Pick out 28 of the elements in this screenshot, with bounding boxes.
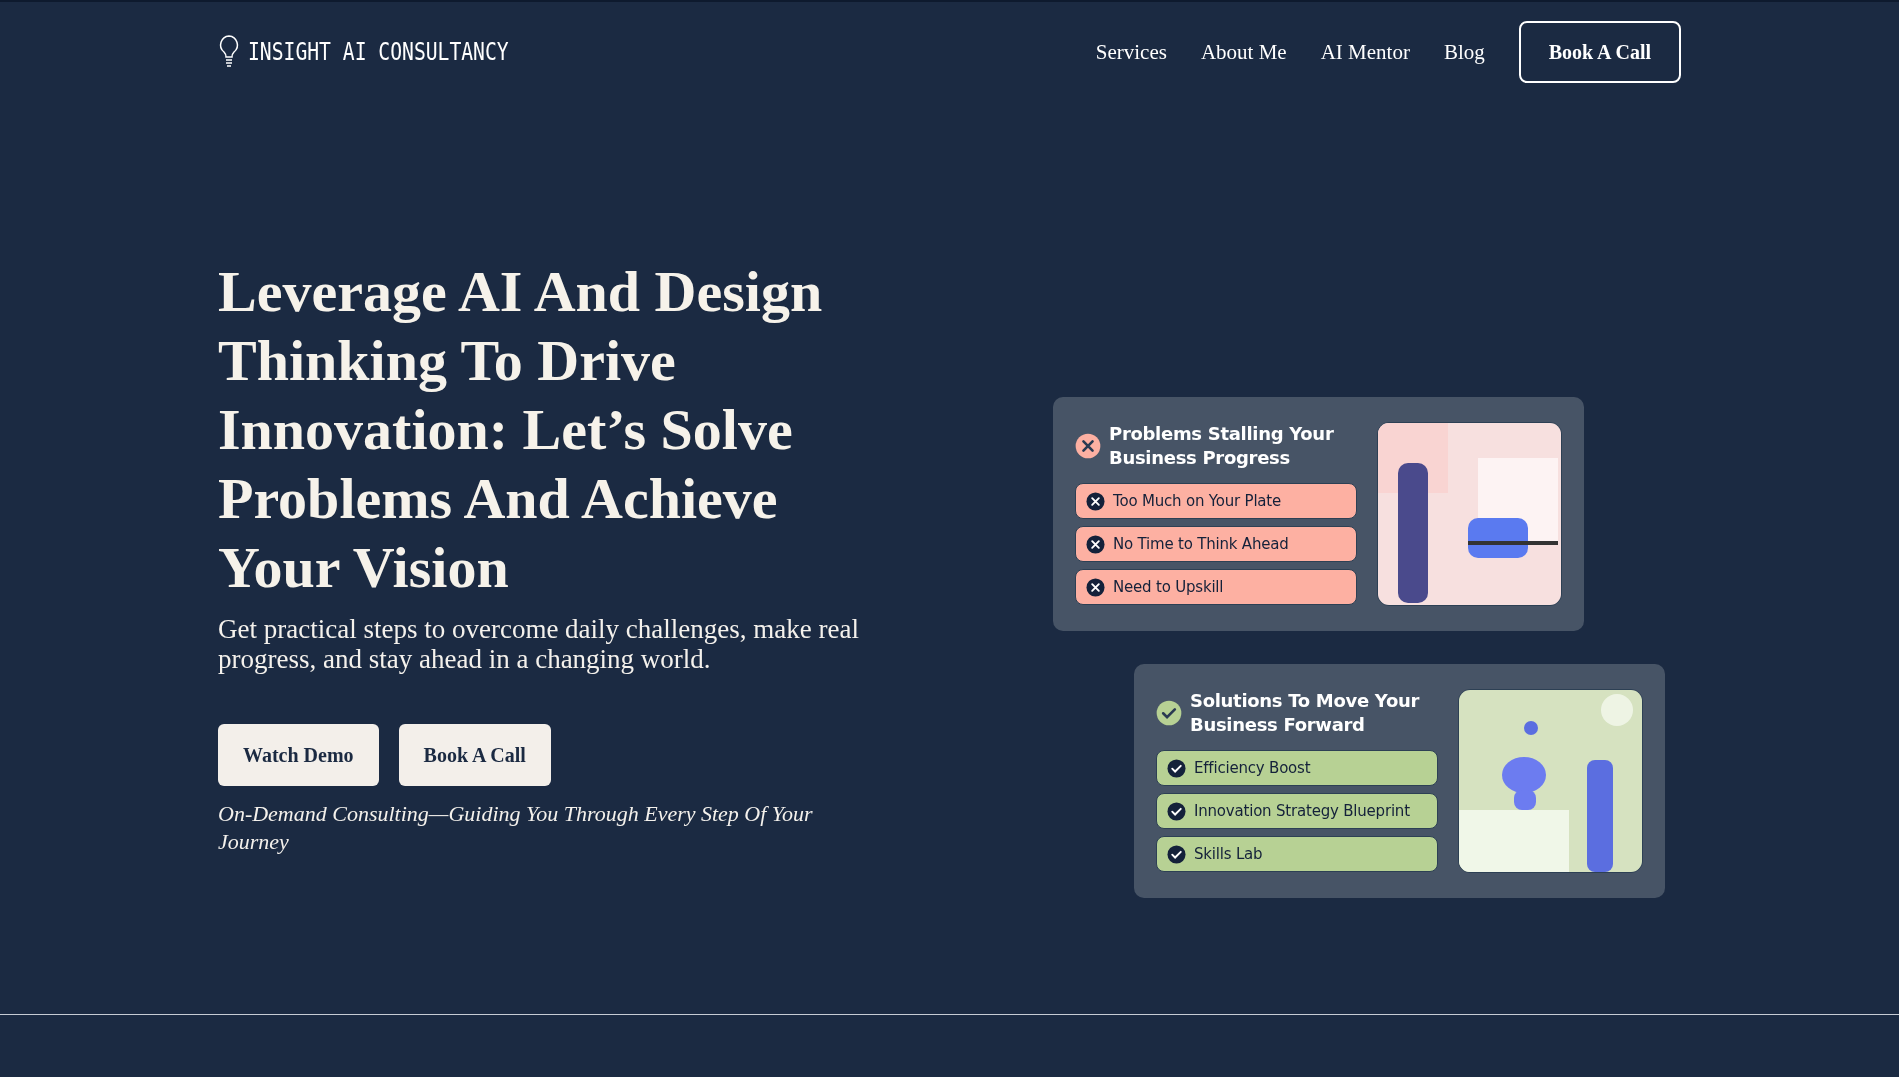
nav-link[interactable]: Services bbox=[1095, 39, 1167, 65]
card-title: Solutions To Move Your Business Forward bbox=[1190, 689, 1421, 737]
item-label: Too Much on Your Plate bbox=[1113, 492, 1282, 510]
hero-subheading: Get practical steps to overcome daily challenges, make real progress, and stay ahead in a changing world. bbox=[218, 614, 860, 674]
check-icon bbox=[1167, 844, 1186, 864]
nav-link[interactable]: Blog bbox=[1443, 39, 1485, 65]
item-label: No Time to Think Ahead bbox=[1113, 535, 1289, 553]
cross-icon bbox=[1086, 577, 1105, 597]
lightbulb-icon bbox=[218, 34, 240, 70]
card-title: Problems Stalling Your Business Progress bbox=[1109, 422, 1335, 470]
logo-text[interactable]: INSIGHT AI CONSULTANCY bbox=[248, 38, 509, 66]
nav-link[interactable]: AI Mentor bbox=[1320, 39, 1410, 65]
book-call-button[interactable]: Book A Call bbox=[398, 724, 551, 786]
cross-icon bbox=[1075, 433, 1101, 459]
check-icon bbox=[1167, 758, 1186, 778]
nav-link[interactable]: About Me bbox=[1200, 39, 1287, 65]
check-icon bbox=[1167, 801, 1186, 821]
cross-icon bbox=[1086, 491, 1105, 511]
item-label: Innovation Strategy Blueprint bbox=[1194, 802, 1410, 820]
watch-demo-button[interactable]: Watch Demo bbox=[218, 724, 379, 786]
check-icon bbox=[1156, 700, 1182, 726]
item-label: Need to Upskill bbox=[1113, 578, 1224, 596]
book-call-button[interactable]: Book A Call bbox=[1518, 21, 1681, 83]
item-label: Efficiency Boost bbox=[1194, 759, 1311, 777]
cross-icon bbox=[1086, 534, 1105, 554]
tagline: On-Demand Consulting—Guiding You Through Every Step Of Your Journey bbox=[218, 800, 814, 856]
hero-heading: Leverage AI And Design Thinking To Drive Innovation: Let’s Solve Problems And Achieve Your Vision bbox=[218, 258, 824, 602]
item-label: Skills Lab bbox=[1194, 845, 1263, 863]
